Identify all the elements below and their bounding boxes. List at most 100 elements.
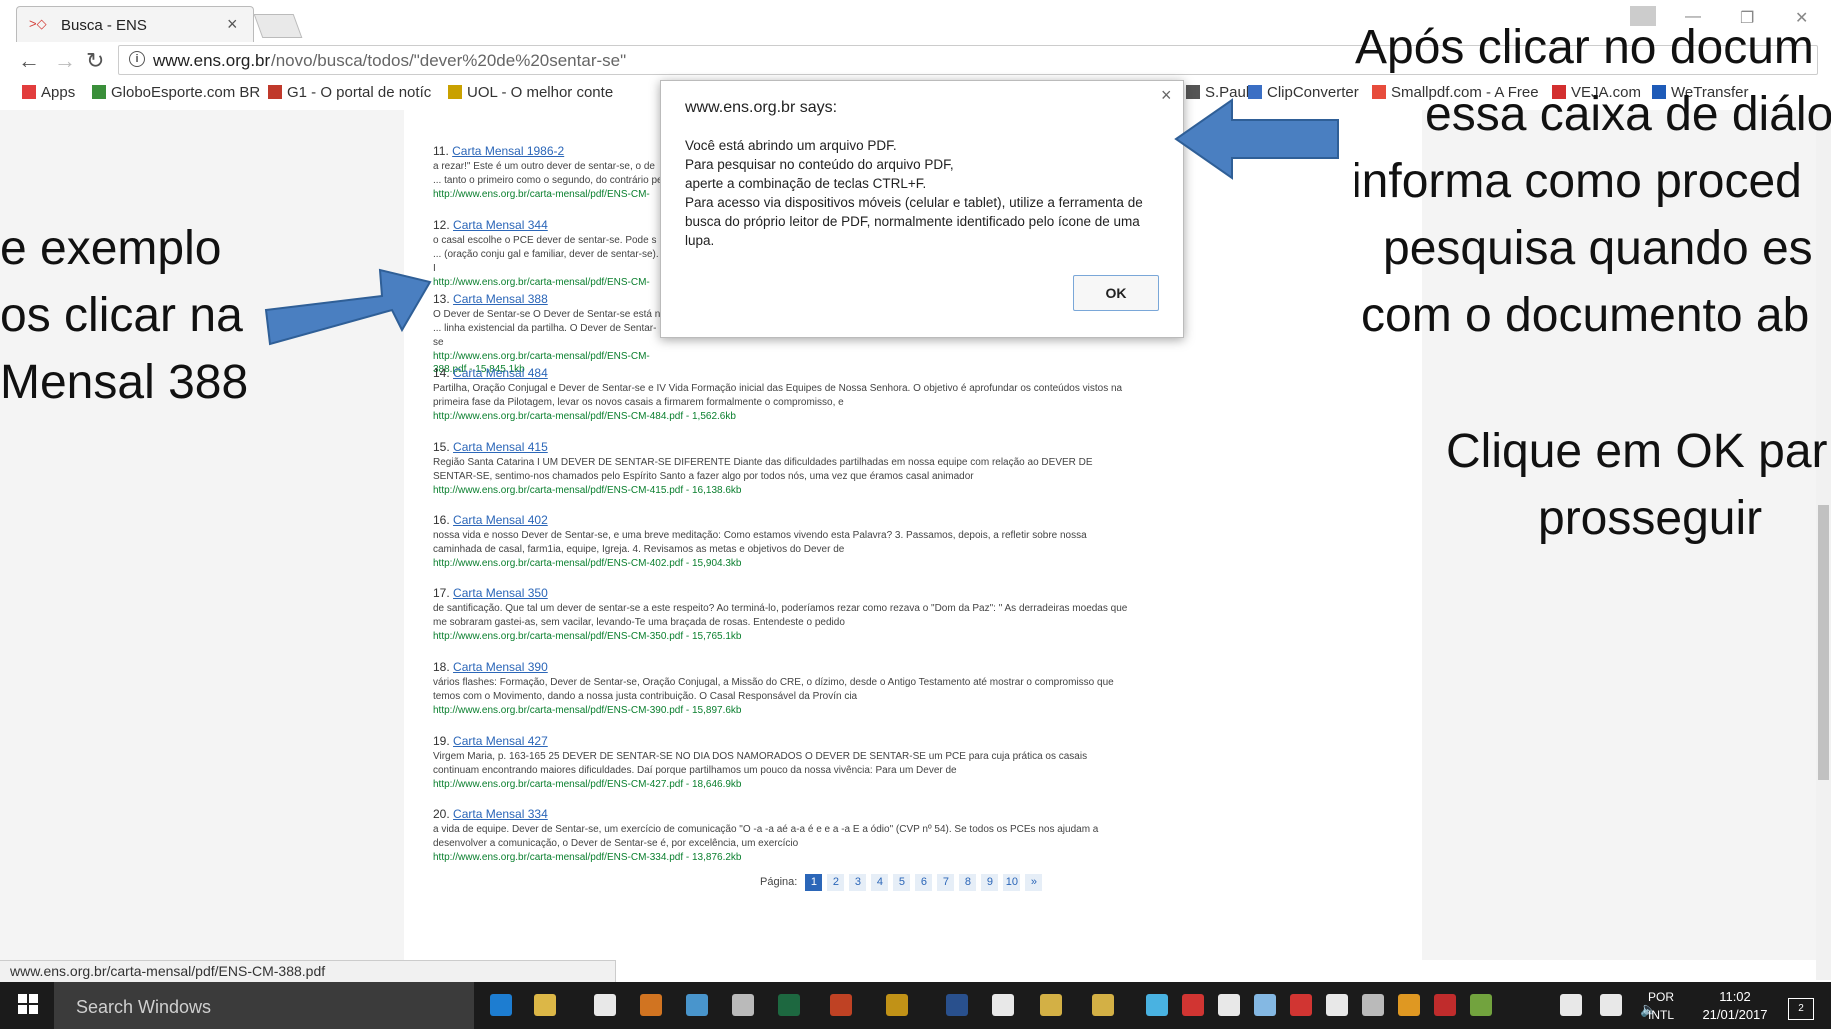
back-icon[interactable]: ← bbox=[18, 48, 40, 74]
annotation-line: Após clicar no docum bbox=[1355, 21, 1814, 74]
result-snippet: de santificação. Que tal um dever de sen… bbox=[433, 603, 1128, 628]
result-snippet: o casal escolhe o PCE dever de sentar-se… bbox=[433, 235, 659, 274]
chrome-icon[interactable] bbox=[1092, 994, 1114, 1016]
result-link[interactable]: Carta Mensal 1986-2 bbox=[452, 144, 564, 158]
page-link[interactable]: 6 bbox=[915, 874, 933, 891]
result-link[interactable]: Carta Mensal 427 bbox=[453, 734, 548, 748]
outlook-icon[interactable] bbox=[686, 994, 708, 1016]
result-number: 14. bbox=[433, 366, 450, 380]
page-link[interactable]: 5 bbox=[893, 874, 911, 891]
annotation-left: e exemplo os clicar na Mensal 388 bbox=[0, 215, 248, 416]
excel-icon[interactable] bbox=[778, 994, 800, 1016]
edge-icon[interactable] bbox=[490, 994, 512, 1016]
page-link[interactable]: 4 bbox=[871, 874, 889, 891]
bookmark-item[interactable]: G1 - O portal de notíc bbox=[268, 84, 431, 101]
annotation-line: os clicar na bbox=[0, 289, 243, 342]
page-link[interactable]: 9 bbox=[981, 874, 999, 891]
annotation-line: pesquisa quando es bbox=[1383, 222, 1813, 275]
page-link[interactable]: 7 bbox=[937, 874, 955, 891]
bookmark-label: G1 - O portal de notíc bbox=[287, 84, 432, 101]
file-explorer-icon[interactable] bbox=[534, 994, 556, 1016]
language-indicator[interactable]: POR INTL bbox=[1646, 988, 1676, 1024]
result-link[interactable]: Carta Mensal 388 bbox=[453, 292, 548, 306]
result-url: http://www.ens.org.br/carta-mensal/pdf/E… bbox=[433, 852, 742, 863]
dialog-line: Para acesso via dispositivos móveis (cel… bbox=[685, 195, 1143, 248]
forward-icon[interactable]: → bbox=[54, 48, 76, 74]
annotation-line: prosseguir bbox=[1538, 492, 1763, 545]
page-link[interactable]: » bbox=[1025, 874, 1043, 891]
result-link[interactable]: Carta Mensal 350 bbox=[453, 586, 548, 600]
app-icon[interactable] bbox=[732, 994, 754, 1016]
result-link[interactable]: Carta Mensal 390 bbox=[453, 660, 548, 674]
clock[interactable]: 11:02 21/01/2017 bbox=[1690, 988, 1780, 1024]
result-item: 13. Carta Mensal 388 O Dever de Sentar-se… bbox=[433, 292, 663, 376]
tray-icon[interactable] bbox=[1398, 994, 1420, 1016]
result-link[interactable]: Carta Mensal 415 bbox=[453, 440, 548, 454]
printer-icon[interactable] bbox=[1362, 994, 1384, 1016]
bookmark-item[interactable]: UOL - O melhor conte bbox=[448, 84, 613, 101]
page-link[interactable]: 1 bbox=[805, 874, 823, 891]
dialog-message: Você está abrindo um arquivo PDF. Para p… bbox=[685, 136, 1165, 250]
tray-icon[interactable] bbox=[1218, 994, 1240, 1016]
antivirus-icon[interactable] bbox=[1182, 994, 1204, 1016]
ok-button[interactable]: OK bbox=[1073, 275, 1159, 311]
new-tab-button[interactable] bbox=[253, 14, 303, 38]
acrobat-icon[interactable] bbox=[1434, 994, 1456, 1016]
dialog-close-icon[interactable]: × bbox=[1161, 85, 1172, 106]
tray-icon[interactable] bbox=[1146, 994, 1168, 1016]
annotation-line: Mensal 388 bbox=[0, 356, 249, 409]
result-number: 11. bbox=[433, 144, 449, 158]
url-host: www.ens.org.br bbox=[153, 51, 271, 70]
result-item: 17. Carta Mensal 350 de santificação. Que… bbox=[433, 586, 1133, 643]
app-icon[interactable] bbox=[886, 994, 908, 1016]
result-url: http://www.ens.org.br/carta-mensal/pdf/E… bbox=[433, 277, 650, 288]
annotation-line: e exemplo bbox=[0, 222, 222, 275]
result-snippet: vários flashes: Formação, Dever de Senta… bbox=[433, 677, 1114, 702]
result-url: http://www.ens.org.br/carta-mensal/pdf/E… bbox=[433, 485, 742, 496]
pagination-label: Página: bbox=[760, 876, 798, 888]
page-link[interactable]: 10 bbox=[1003, 874, 1021, 891]
browser-tab[interactable]: >◇ Busca - ENS × bbox=[16, 6, 254, 42]
page-link[interactable]: 2 bbox=[827, 874, 845, 891]
chrome-icon[interactable] bbox=[1040, 994, 1062, 1016]
store-icon[interactable] bbox=[594, 994, 616, 1016]
result-title: 11. Carta Mensal 1986-2 bbox=[433, 144, 663, 158]
7zip-icon[interactable] bbox=[992, 994, 1014, 1016]
notification-center-icon[interactable]: 2 bbox=[1788, 998, 1814, 1020]
result-item: 11. Carta Mensal 1986-2 a rezar!" Este é … bbox=[433, 144, 663, 201]
result-snippet: a rezar!" Este é um outro dever de senta… bbox=[433, 161, 663, 186]
dialog-title: www.ens.org.br says: bbox=[685, 99, 838, 116]
mail-icon[interactable] bbox=[1326, 994, 1348, 1016]
result-number: 19. bbox=[433, 734, 450, 748]
result-number: 12. bbox=[433, 218, 450, 232]
clock-date: 21/01/2017 bbox=[1702, 1007, 1768, 1022]
firefox-icon[interactable] bbox=[640, 994, 662, 1016]
page-link[interactable]: 8 bbox=[959, 874, 977, 891]
bookmark-item[interactable]: Apps bbox=[22, 84, 75, 101]
bookmark-item[interactable]: GloboEsporte.com BR bbox=[92, 84, 260, 101]
result-snippet: nossa vida e nosso Dever de Sentar-se, e… bbox=[433, 530, 1087, 555]
powerpoint-icon[interactable] bbox=[830, 994, 852, 1016]
word-icon[interactable] bbox=[946, 994, 968, 1016]
annotation-right-top: Após clicar no docum essa caixa de diálo… bbox=[1355, 14, 1831, 349]
result-link[interactable]: Carta Mensal 334 bbox=[453, 807, 548, 821]
dropbox-icon[interactable] bbox=[1254, 994, 1276, 1016]
tray-icon[interactable] bbox=[1290, 994, 1312, 1016]
tab-close-icon[interactable]: × bbox=[227, 14, 238, 35]
bookmark-icon bbox=[268, 85, 282, 99]
result-item: 16. Carta Mensal 402 nossa vida e nosso D… bbox=[433, 513, 1133, 570]
keyboard-icon[interactable] bbox=[1600, 994, 1622, 1016]
network-icon[interactable] bbox=[1560, 994, 1582, 1016]
result-link[interactable]: Carta Mensal 402 bbox=[453, 513, 548, 527]
page-link[interactable]: 3 bbox=[849, 874, 867, 891]
windows-start-icon[interactable] bbox=[18, 994, 38, 1014]
reload-icon[interactable]: ↻ bbox=[86, 48, 104, 74]
annotation-line: com o documento ab bbox=[1361, 289, 1810, 342]
result-number: 13. bbox=[433, 292, 450, 306]
tray-icon[interactable] bbox=[1470, 994, 1492, 1016]
result-item: 12. Carta Mensal 344 o casal escolhe o PC… bbox=[433, 218, 663, 289]
result-link[interactable]: Carta Mensal 344 bbox=[453, 218, 548, 232]
result-link[interactable]: Carta Mensal 484 bbox=[453, 366, 548, 380]
result-item: 15. Carta Mensal 415 Região Santa Catarin… bbox=[433, 440, 1133, 497]
info-icon[interactable]: i bbox=[129, 51, 145, 67]
